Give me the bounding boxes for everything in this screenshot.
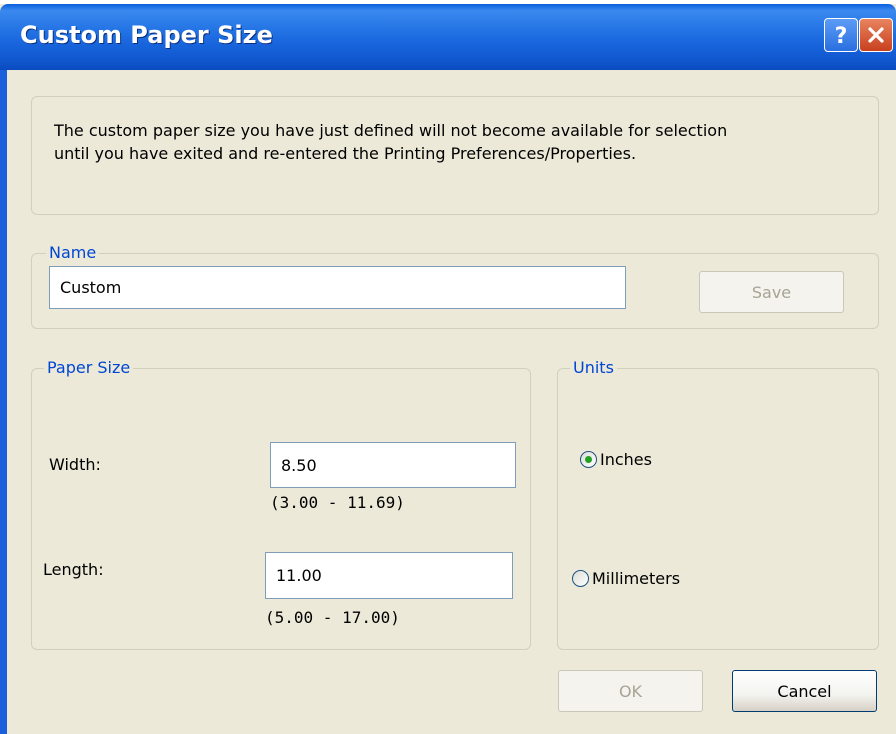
cancel-button[interactable]: Cancel (732, 670, 877, 712)
help-icon: ? (835, 24, 848, 46)
inches-radio-button[interactable] (580, 451, 597, 468)
radio-selected-dot (585, 456, 592, 463)
units-group-legend: Units (570, 358, 617, 377)
window-title: Custom Paper Size (20, 21, 273, 49)
custom-paper-size-dialog: Custom Paper Size ? The custom paper siz… (0, 4, 896, 734)
name-group-legend: Name (46, 243, 100, 262)
width-range: (3.00 - 11.69) (270, 493, 405, 512)
length-label: Length: (43, 560, 104, 579)
info-message-line-1: The custom paper size you have just defi… (54, 121, 728, 140)
width-input[interactable] (270, 442, 516, 488)
title-bar[interactable]: Custom Paper Size ? (0, 4, 896, 70)
info-message-box: The custom paper size you have just defi… (31, 96, 879, 215)
width-label: Width: (49, 455, 101, 474)
svg-text:?: ? (835, 24, 848, 46)
ok-button[interactable]: OK (558, 670, 703, 712)
info-message-line-2: until you have exited and re-entered the… (54, 144, 637, 163)
length-input[interactable] (265, 552, 513, 599)
window-left-border (0, 70, 7, 734)
millimeters-radio-option[interactable]: Millimeters (572, 569, 680, 588)
save-button[interactable]: Save (699, 271, 844, 313)
millimeters-radio-button[interactable] (572, 570, 589, 587)
paper-size-group-legend: Paper Size (44, 358, 134, 377)
close-button[interactable] (859, 18, 893, 52)
units-group: Units (557, 358, 879, 650)
millimeters-label: Millimeters (592, 569, 681, 588)
inches-label: Inches (600, 450, 652, 469)
help-button[interactable]: ? (824, 18, 858, 52)
length-range: (5.00 - 17.00) (265, 608, 400, 627)
inches-radio-option[interactable]: Inches (580, 450, 652, 469)
name-input[interactable] (49, 266, 626, 309)
close-icon (868, 27, 884, 43)
info-message: The custom paper size you have just defi… (54, 119, 854, 165)
